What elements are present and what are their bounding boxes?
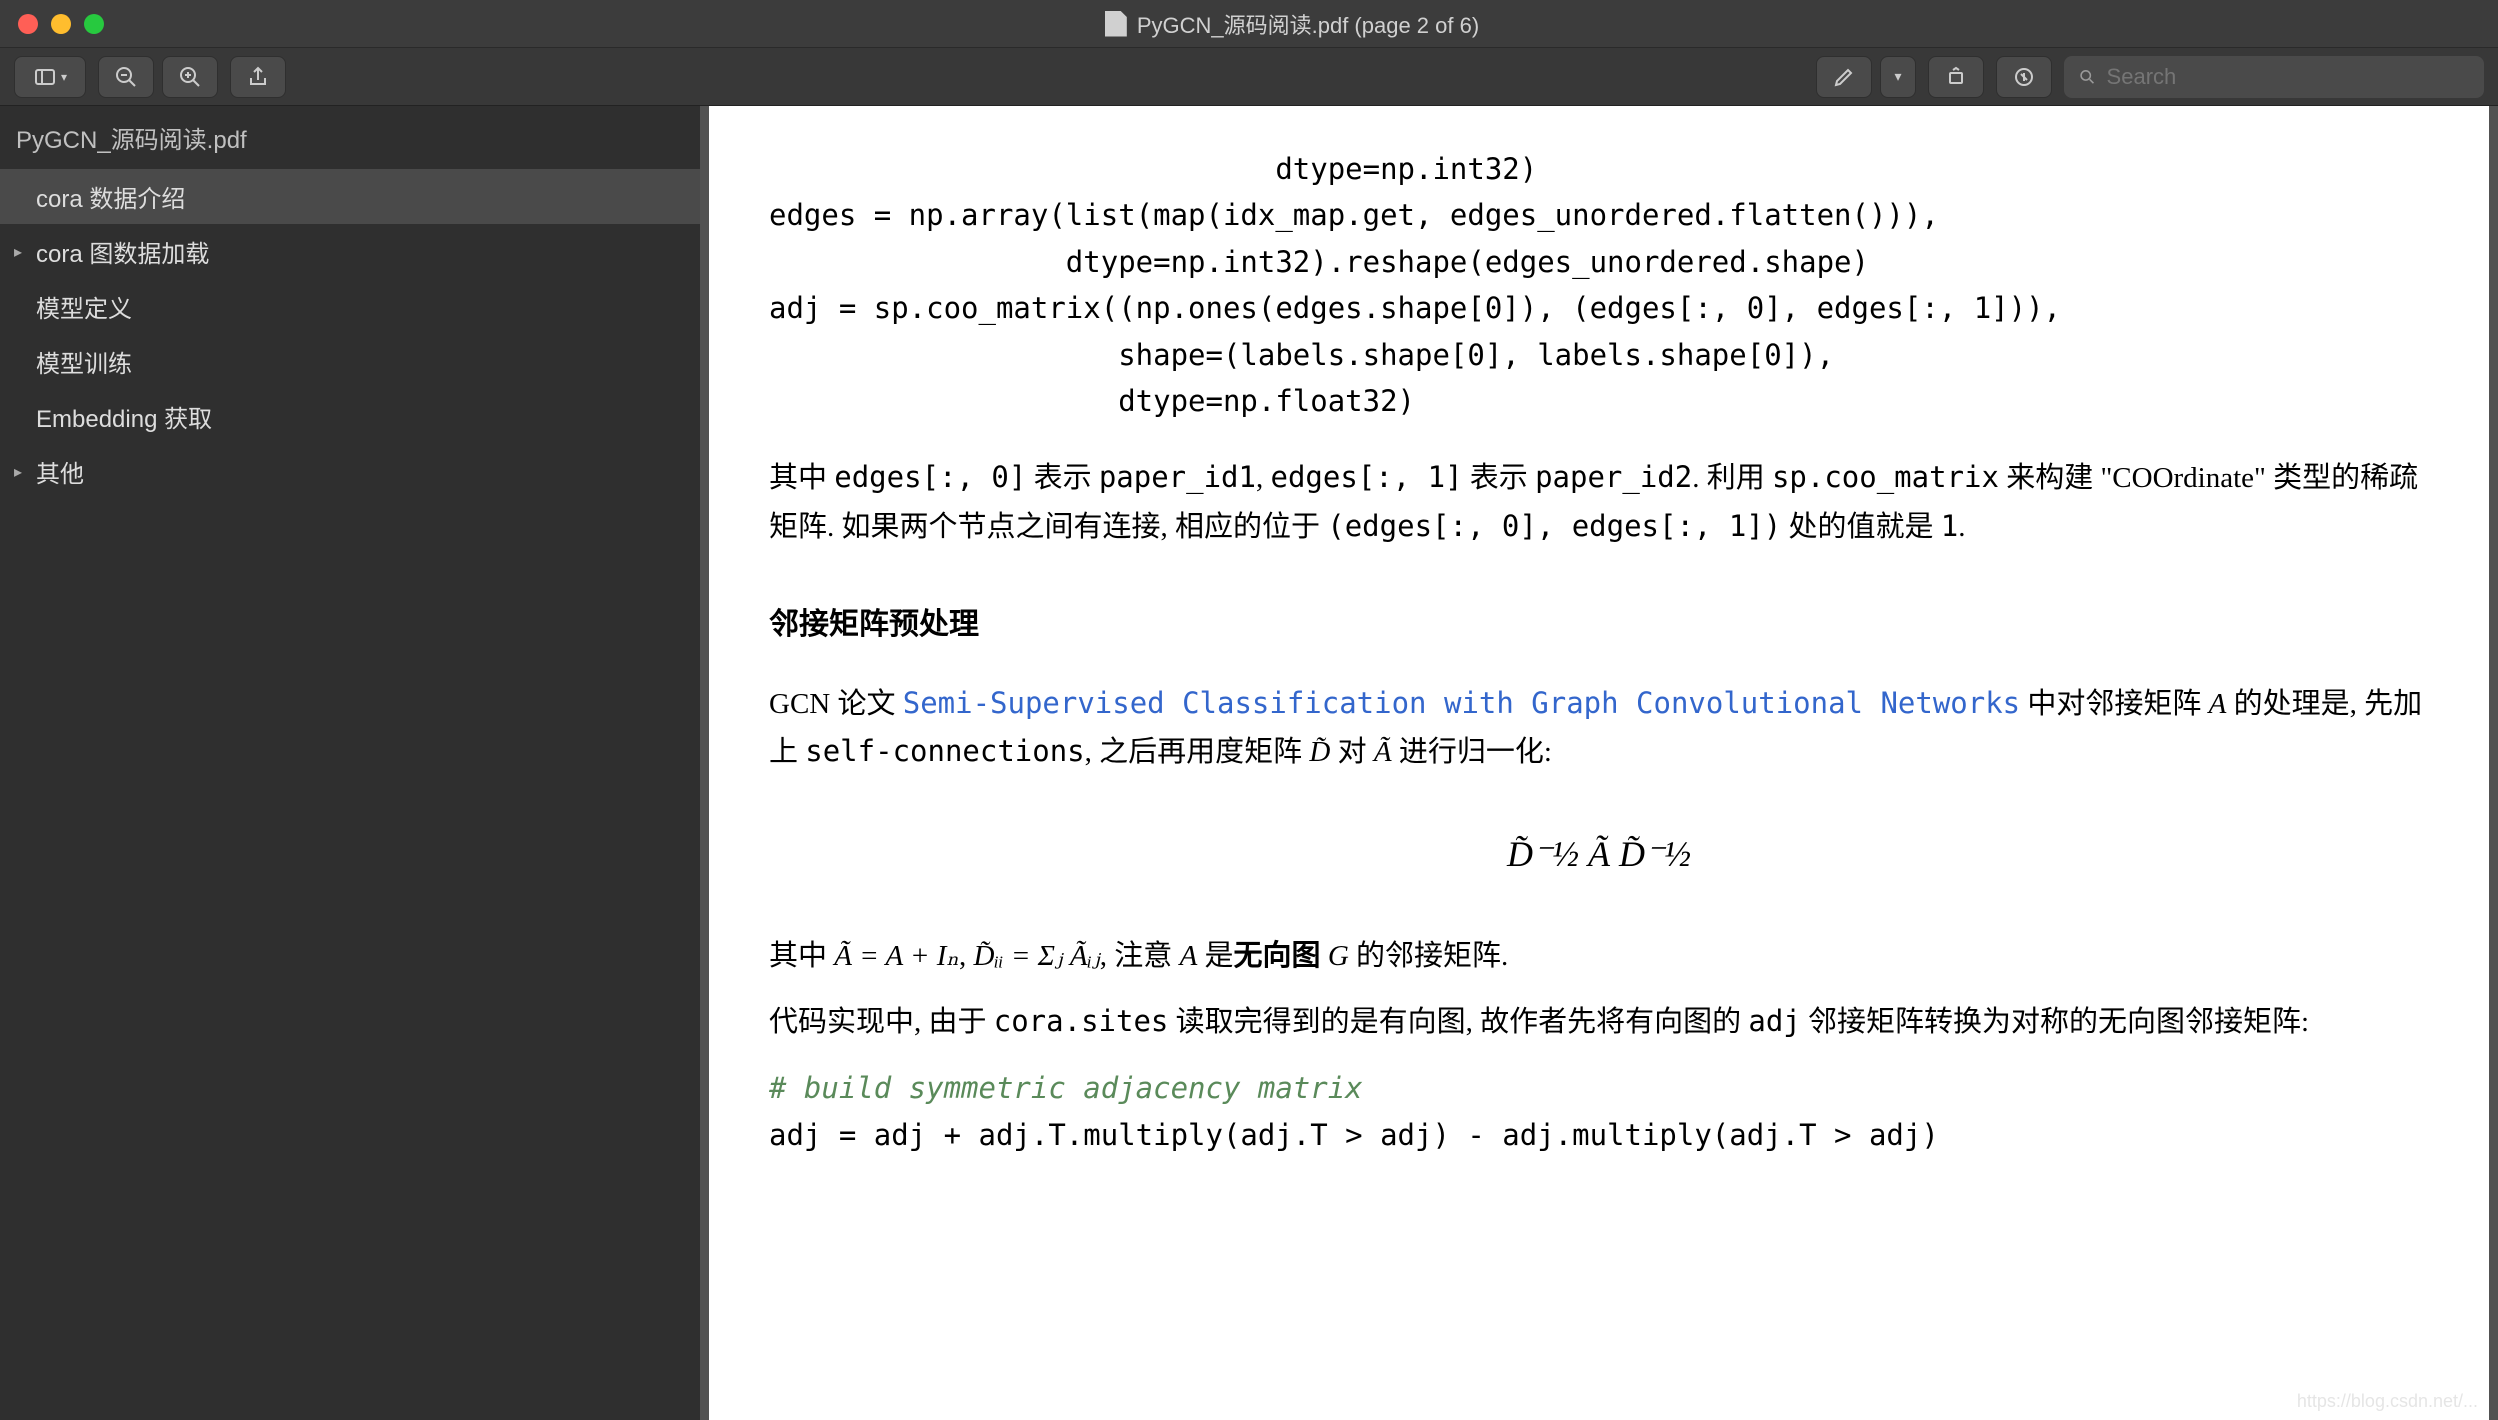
markup-group: ▾ <box>1816 56 1916 98</box>
pdf-page: dtype=np.int32) edges = np.array(list(ma… <box>709 106 2489 1420</box>
outline-item-model-train[interactable]: 模型训练 <box>0 334 700 389</box>
paragraph-gcn-paper: GCN 论文 Semi-Supervised Classification wi… <box>769 680 2429 778</box>
outline-item-cora-load[interactable]: ▸ cora 图数据加载 <box>0 224 700 279</box>
maximize-window-button[interactable] <box>84 14 104 34</box>
window-titlebar: PyGCN_源码阅读.pdf (page 2 of 6) <box>0 0 2498 48</box>
outline-item-cora-intro[interactable]: cora 数据介绍 <box>0 169 700 224</box>
code-block-1: dtype=np.int32) edges = np.array(list(ma… <box>769 146 2429 424</box>
paper-link[interactable]: Semi-Supervised Classification with Grap… <box>903 686 2020 720</box>
traffic-lights <box>18 14 104 34</box>
outline-label: 模型训练 <box>36 344 132 379</box>
share-icon <box>246 65 270 89</box>
disclosure-arrow-icon: ▸ <box>14 242 30 262</box>
heading-adj-preprocess: 邻接矩阵预处理 <box>769 600 2429 650</box>
outline-label: cora 数据介绍 <box>36 179 185 214</box>
code-comment: # build symmetric adjacency matrix <box>769 1071 1363 1105</box>
markup-icon <box>2012 65 2036 89</box>
outline-item-model-def[interactable]: 模型定义 <box>0 279 700 334</box>
highlight-button[interactable] <box>1816 56 1872 98</box>
code-block-2: # build symmetric adjacency matrix adj =… <box>769 1065 2429 1158</box>
zoom-in-icon <box>178 65 202 89</box>
outline-label: 其他 <box>36 454 84 489</box>
paragraph-code-impl: 代码实现中, 由于 cora.sites 读取完得到的是有向图, 故作者先将有向… <box>769 998 2429 1047</box>
outline-item-embedding[interactable]: Embedding 获取 <box>0 389 700 444</box>
outline-label: cora 图数据加载 <box>36 234 209 269</box>
formula-normalization: D̃⁻½ Ã D̃⁻½ <box>769 825 2429 884</box>
pencil-icon <box>1832 65 1856 89</box>
minimize-window-button[interactable] <box>51 14 71 34</box>
outline-label: Embedding 获取 <box>36 399 212 434</box>
rotate-button[interactable] <box>1928 56 1984 98</box>
paragraph-formula-explain: 其中 Ã = A + Iₙ, D̃ᵢᵢ = Σⱼ Ãᵢⱼ, 注意 A 是无向图 … <box>769 933 2429 981</box>
outline-item-other[interactable]: ▸ 其他 <box>0 444 700 499</box>
zoom-group <box>98 56 218 98</box>
watermark: https://blog.csdn.net/... <box>2297 1391 2478 1412</box>
close-window-button[interactable] <box>18 14 38 34</box>
outline-sidebar: PyGCN_源码阅读.pdf cora 数据介绍 ▸ cora 图数据加载 模型… <box>0 106 700 1420</box>
zoom-out-button[interactable] <box>98 56 154 98</box>
document-icon <box>1105 11 1127 37</box>
markup-toolbar-button[interactable] <box>1996 56 2052 98</box>
search-box[interactable] <box>2064 56 2484 98</box>
outline-label: 模型定义 <box>36 289 132 324</box>
window-title: PyGCN_源码阅读.pdf (page 2 of 6) <box>1137 8 1479 40</box>
toolbar: ▾ ▾ <box>0 48 2498 106</box>
sidebar-filename: PyGCN_源码阅读.pdf <box>0 106 700 169</box>
search-input[interactable] <box>2107 64 2470 90</box>
share-button[interactable] <box>230 56 286 98</box>
search-icon <box>2078 67 2097 87</box>
main-area: PyGCN_源码阅读.pdf cora 数据介绍 ▸ cora 图数据加载 模型… <box>0 106 2498 1420</box>
rotate-icon <box>1944 65 1968 89</box>
sidebar-toggle-button[interactable]: ▾ <box>14 56 86 98</box>
paragraph-edges-explain: 其中 edges[:, 0] 表示 paper_id1, edges[:, 1]… <box>769 454 2429 552</box>
zoom-out-icon <box>114 65 138 89</box>
chevron-down-icon: ▾ <box>1894 68 1901 85</box>
highlight-menu-button[interactable]: ▾ <box>1880 56 1916 98</box>
disclosure-arrow-icon: ▸ <box>14 462 30 482</box>
window-title-area: PyGCN_源码阅读.pdf (page 2 of 6) <box>104 8 2480 40</box>
chevron-down-icon: ▾ <box>61 70 67 84</box>
sidebar-icon <box>33 65 57 89</box>
document-viewport[interactable]: dtype=np.int32) edges = np.array(list(ma… <box>700 106 2498 1420</box>
zoom-in-button[interactable] <box>162 56 218 98</box>
